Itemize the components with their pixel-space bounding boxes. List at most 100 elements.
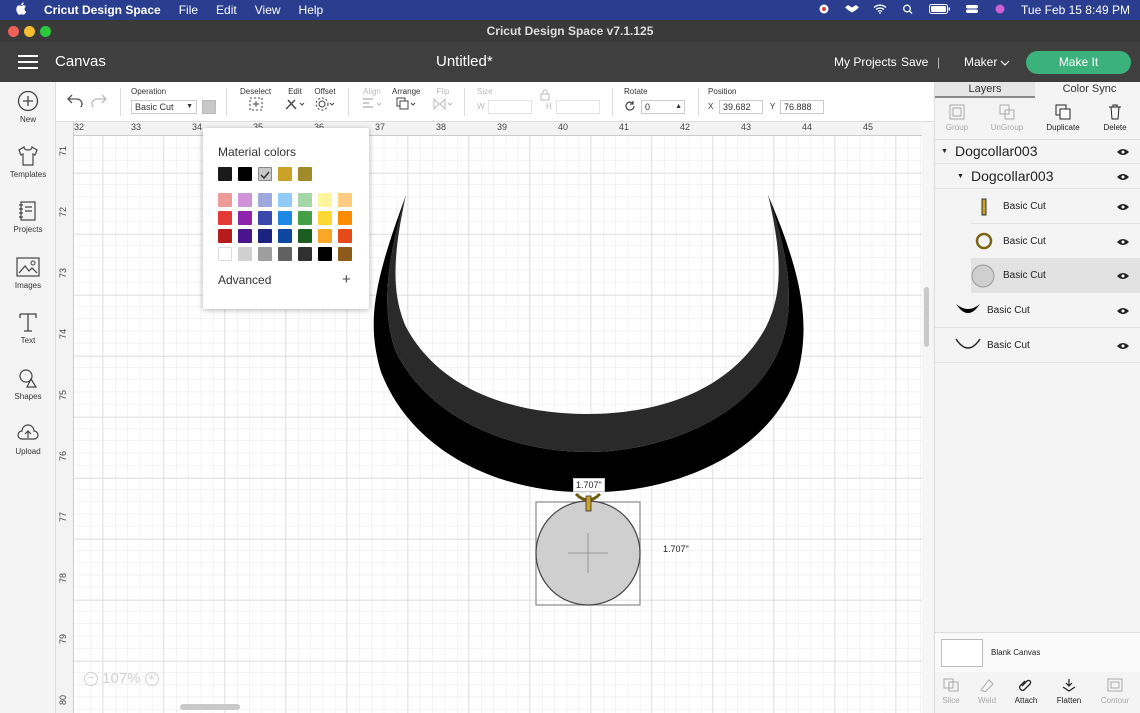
offset-button[interactable]: Offset: [314, 87, 336, 114]
minimize-window-button[interactable]: [24, 26, 35, 37]
dropbox-icon[interactable]: [845, 3, 860, 17]
color-swatch[interactable]: [338, 211, 352, 225]
blank-canvas-row[interactable]: Blank Canvas: [935, 632, 1140, 672]
rotate-input[interactable]: 0 ▲: [641, 100, 685, 114]
control-center-icon[interactable]: [965, 3, 979, 17]
slice-button[interactable]: Slice: [931, 678, 971, 705]
sidebar-item-projects[interactable]: Projects: [0, 200, 56, 234]
deselect-button[interactable]: Deselect: [240, 87, 271, 114]
close-window-button[interactable]: [8, 26, 19, 37]
color-swatch[interactable]: [298, 193, 312, 207]
app-menu[interactable]: Cricut Design Space: [44, 3, 161, 17]
color-swatch[interactable]: [258, 211, 272, 225]
ungroup-button[interactable]: UnGroup: [987, 104, 1027, 132]
group-button[interactable]: Group: [937, 104, 977, 132]
color-swatch[interactable]: [298, 211, 312, 225]
color-swatch[interactable]: [218, 211, 232, 225]
color-swatch-button[interactable]: [202, 100, 216, 114]
color-swatch[interactable]: [318, 229, 332, 243]
x-input[interactable]: 39.682: [719, 100, 763, 114]
hamburger-menu-icon[interactable]: [18, 55, 38, 69]
eye-icon[interactable]: [1117, 272, 1129, 280]
advanced-colors-link[interactable]: Advanced: [218, 273, 271, 287]
tag-bail-shape[interactable]: [585, 495, 592, 512]
menu-view[interactable]: View: [255, 3, 281, 17]
sidebar-item-upload[interactable]: Upload: [0, 422, 56, 456]
attach-button[interactable]: Attach: [1006, 678, 1046, 705]
color-swatch[interactable]: [218, 229, 232, 243]
wifi-icon[interactable]: [873, 3, 887, 17]
eye-icon[interactable]: [1117, 203, 1129, 211]
layer-group-outer[interactable]: ▼ Dogcollar003: [935, 140, 1140, 164]
sidebar-item-new[interactable]: New: [0, 90, 56, 124]
menu-help[interactable]: Help: [299, 3, 324, 17]
sidebar-item-text[interactable]: Text: [0, 311, 56, 345]
search-icon[interactable]: [901, 3, 915, 17]
color-swatch-selected[interactable]: [258, 167, 272, 181]
layer-item-collar-outline[interactable]: Basic Cut: [935, 329, 1140, 363]
vertical-scrollbar[interactable]: [922, 122, 932, 713]
document-title[interactable]: Untitled*: [436, 53, 493, 70]
vertical-scroll-thumb[interactable]: [924, 287, 929, 347]
color-swatch[interactable]: [298, 167, 312, 181]
eye-icon[interactable]: [1117, 307, 1129, 315]
color-swatch[interactable]: [218, 247, 232, 261]
height-input[interactable]: [556, 100, 600, 114]
align-button[interactable]: Align: [361, 87, 383, 114]
weld-button[interactable]: Weld: [967, 678, 1007, 705]
color-swatch[interactable]: [298, 247, 312, 261]
layer-item-collar[interactable]: Basic Cut: [935, 294, 1140, 328]
contour-button[interactable]: Contour: [1095, 678, 1135, 705]
eye-icon[interactable]: [1117, 342, 1129, 350]
operation-select[interactable]: Basic Cut ▼: [131, 100, 197, 114]
color-swatch[interactable]: [238, 211, 252, 225]
menu-edit[interactable]: Edit: [216, 3, 237, 17]
flatten-button[interactable]: Flatten: [1049, 678, 1089, 705]
color-swatch[interactable]: [338, 247, 352, 261]
sidebar-item-templates[interactable]: Templates: [0, 145, 56, 179]
apple-icon[interactable]: [8, 2, 34, 18]
clock[interactable]: Tue Feb 15 8:49 PM: [1021, 3, 1130, 17]
my-projects-link[interactable]: My Projects: [834, 55, 897, 69]
caret-down-icon[interactable]: ▼: [941, 148, 948, 155]
color-swatch[interactable]: [258, 229, 272, 243]
color-swatch[interactable]: [298, 229, 312, 243]
color-swatch[interactable]: [238, 167, 252, 181]
sidebar-item-images[interactable]: Images: [0, 256, 56, 290]
zoom-window-button[interactable]: [40, 26, 51, 37]
color-swatch[interactable]: [338, 193, 352, 207]
color-swatch[interactable]: [278, 211, 292, 225]
color-swatch[interactable]: [238, 193, 252, 207]
width-input[interactable]: [488, 100, 532, 114]
eye-icon[interactable]: [1117, 148, 1129, 156]
machine-select[interactable]: Maker: [964, 55, 997, 69]
eye-icon[interactable]: [1117, 238, 1129, 246]
save-button[interactable]: Save: [901, 55, 928, 69]
color-swatch[interactable]: [278, 193, 292, 207]
battery-icon[interactable]: [929, 3, 951, 17]
color-swatch[interactable]: [218, 193, 232, 207]
layer-item-bail[interactable]: Basic Cut: [971, 190, 1140, 224]
delete-button[interactable]: Delete: [1095, 104, 1135, 132]
stepper-icon[interactable]: ▲: [675, 101, 682, 113]
color-swatch[interactable]: [338, 229, 352, 243]
eye-icon[interactable]: [1117, 173, 1129, 181]
color-swatch[interactable]: [318, 247, 332, 261]
menu-file[interactable]: File: [179, 3, 198, 17]
layer-item-disc[interactable]: Basic Cut: [971, 259, 1140, 293]
duplicate-button[interactable]: Duplicate: [1043, 104, 1083, 132]
zoom-out-icon[interactable]: −: [84, 672, 98, 687]
chevron-down-icon[interactable]: [1000, 56, 1010, 70]
sidebar-item-shapes[interactable]: Shapes: [0, 367, 56, 401]
design-canvas[interactable]: 1.707" 1.707": [56, 122, 922, 713]
layer-group-inner[interactable]: ▼ Dogcollar003: [935, 165, 1140, 189]
make-it-button[interactable]: Make It: [1026, 51, 1131, 74]
tab-color-sync[interactable]: Color Sync: [1038, 82, 1140, 98]
caret-down-icon[interactable]: ▼: [957, 173, 964, 180]
color-swatch[interactable]: [258, 247, 272, 261]
color-swatch[interactable]: [278, 247, 292, 261]
edit-button[interactable]: Edit: [284, 87, 306, 114]
zoom-in-icon[interactable]: +: [144, 672, 159, 687]
undo-icon[interactable]: [66, 93, 84, 110]
color-swatch[interactable]: [238, 247, 252, 261]
